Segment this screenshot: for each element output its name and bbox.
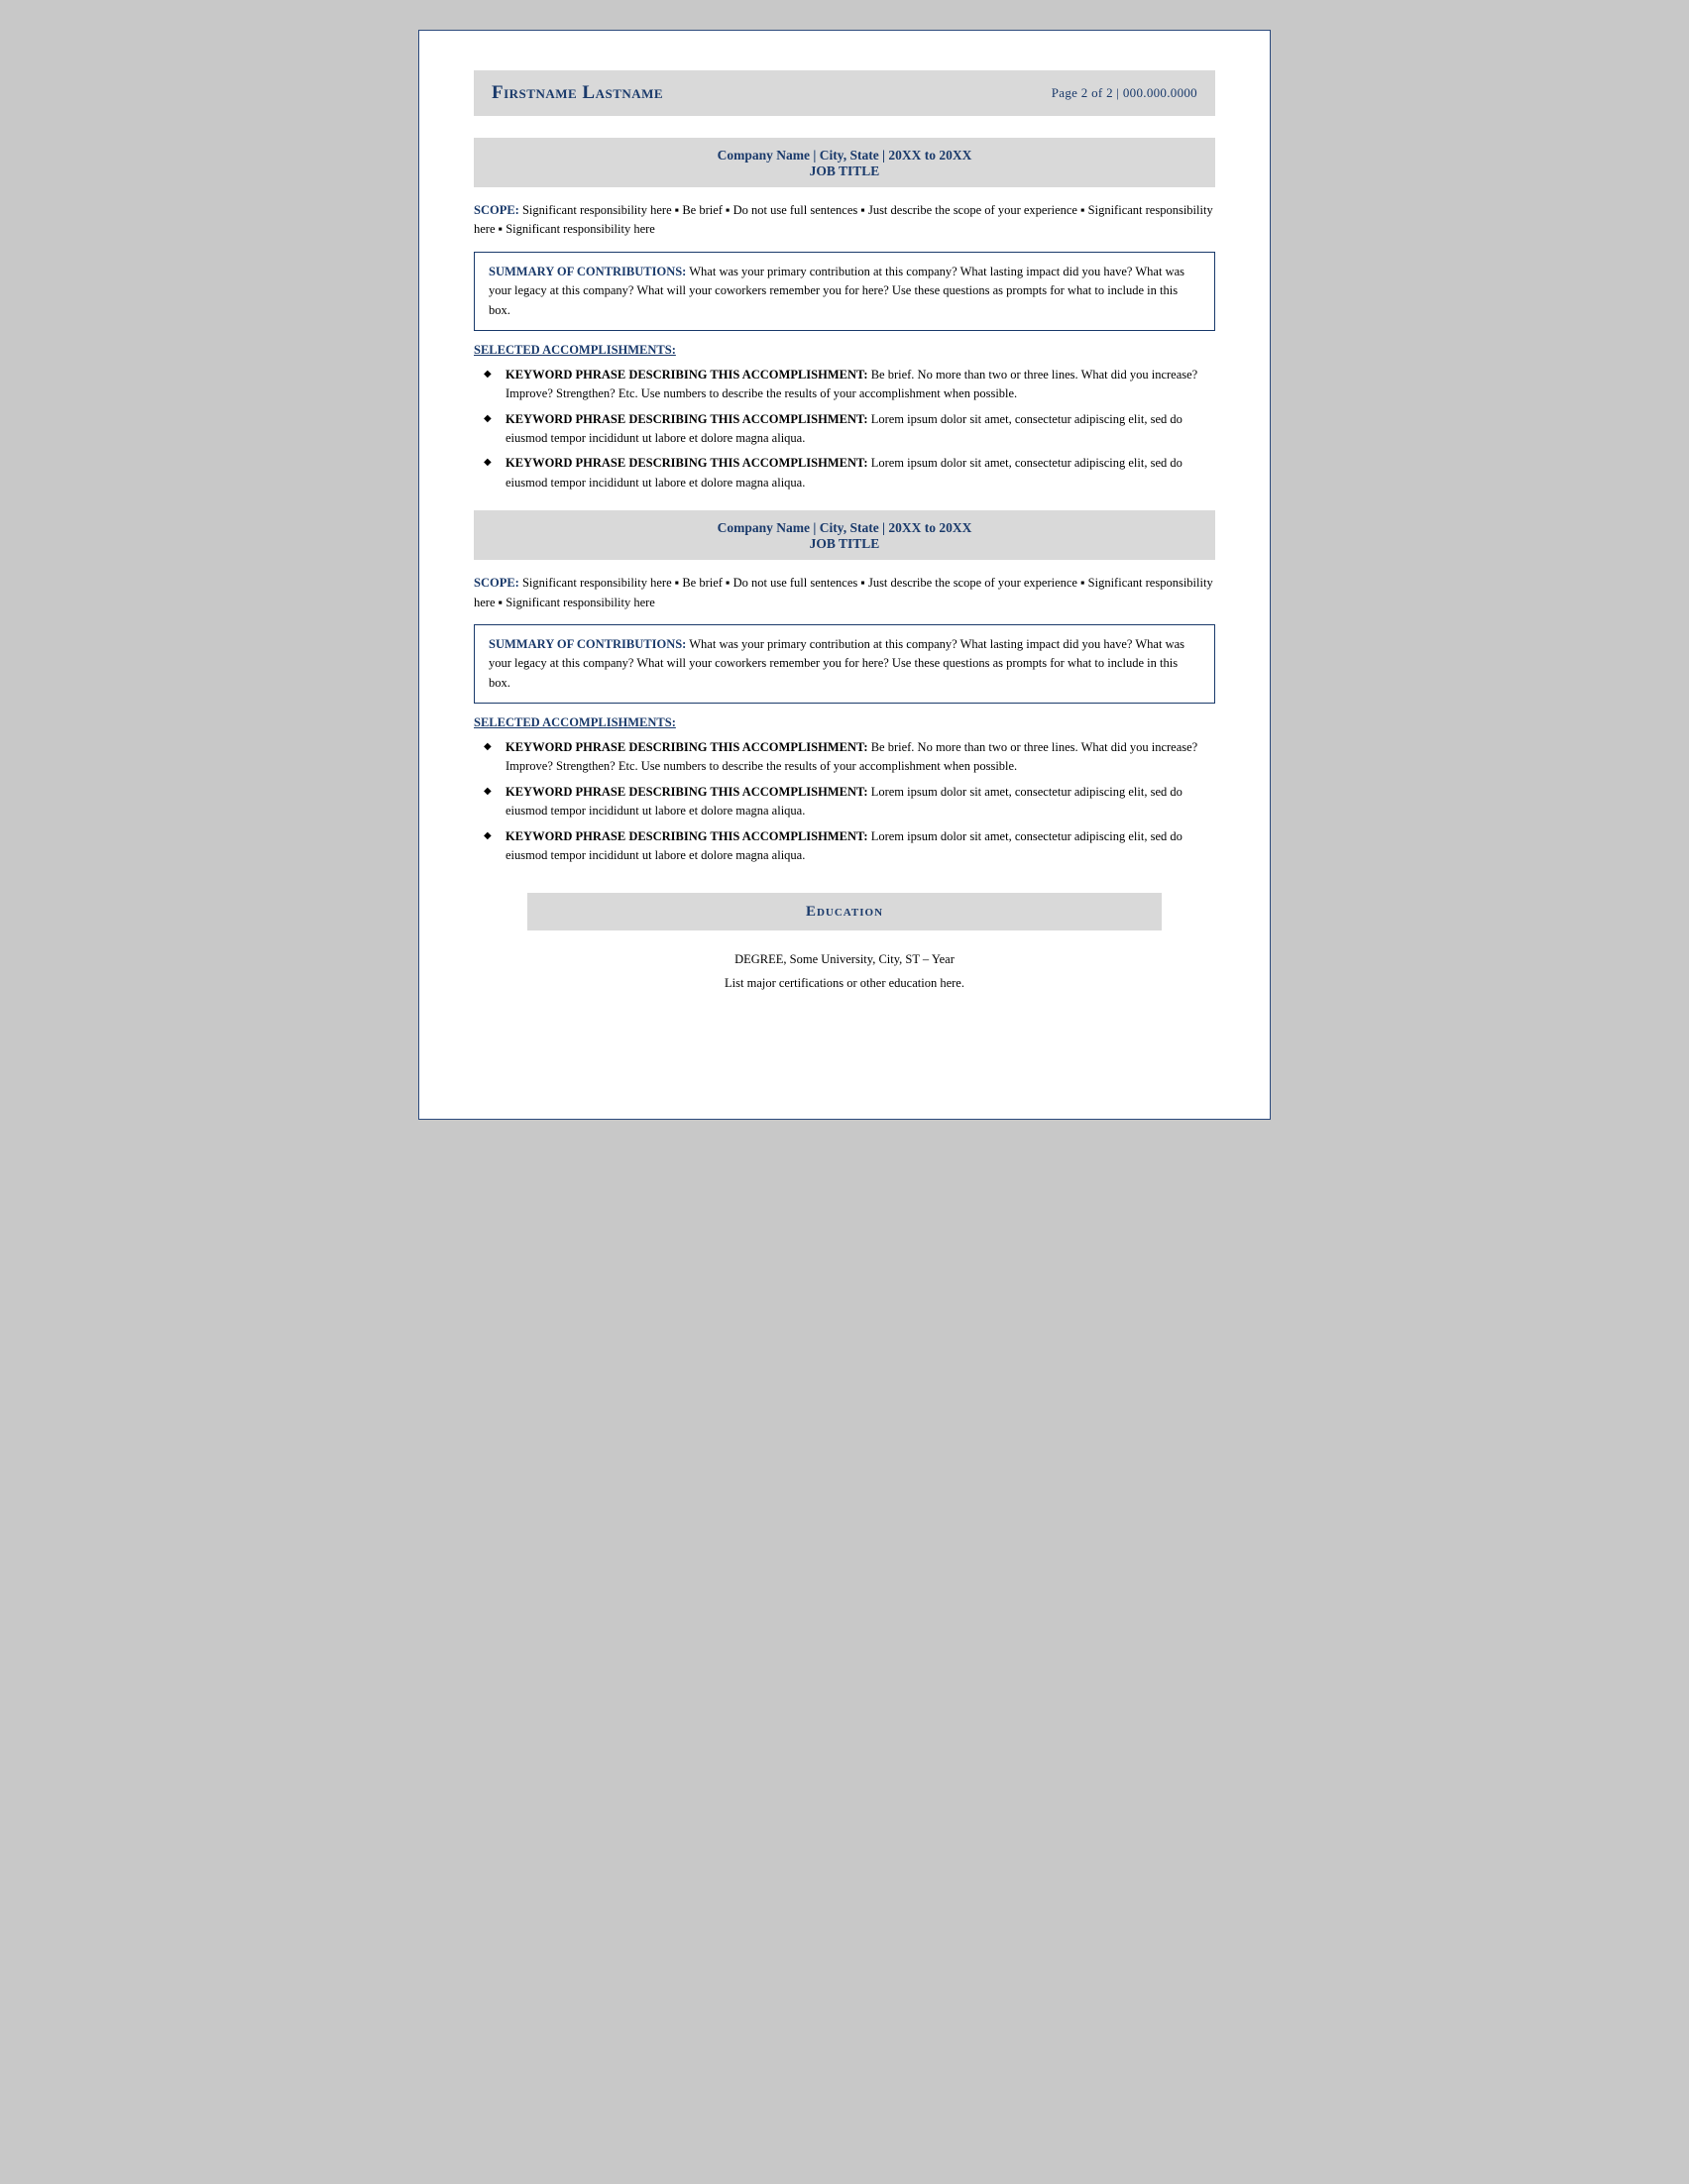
- list-item: KEYWORD PHRASE DESCRIBING THIS ACCOMPLIS…: [484, 738, 1215, 777]
- list-item: KEYWORD PHRASE DESCRIBING THIS ACCOMPLIS…: [484, 454, 1215, 492]
- accomplishment-kw: KEYWORD PHRASE DESCRIBING THIS ACCOMPLIS…: [506, 829, 868, 843]
- summary-box-2: SUMMARY OF CONTRIBUTIONS: What was your …: [474, 624, 1215, 704]
- cert-line: List major certifications or other educa…: [474, 972, 1215, 996]
- job-title-1: JOB TITLE: [492, 164, 1197, 179]
- summary-label-2: SUMMARY OF CONTRIBUTIONS:: [489, 637, 686, 651]
- list-item: KEYWORD PHRASE DESCRIBING THIS ACCOMPLIS…: [484, 783, 1215, 821]
- accomplishments-list-1: KEYWORD PHRASE DESCRIBING THIS ACCOMPLIS…: [474, 366, 1215, 492]
- list-item: KEYWORD PHRASE DESCRIBING THIS ACCOMPLIS…: [484, 410, 1215, 449]
- job-section-2: Company Name | City, State | 20XX to 20X…: [474, 510, 1215, 865]
- accomplishment-kw: KEYWORD PHRASE DESCRIBING THIS ACCOMPLIS…: [506, 740, 868, 754]
- education-header-bar: Education: [527, 893, 1162, 930]
- scope-block-2: SCOPE: Significant responsibility here ▪…: [474, 574, 1215, 612]
- accomplishments-header-1: SELECTED ACCOMPLISHMENTS:: [474, 343, 1215, 358]
- accomplishments-list-2: KEYWORD PHRASE DESCRIBING THIS ACCOMPLIS…: [474, 738, 1215, 865]
- scope-text-1: Significant responsibility here ▪ Be bri…: [474, 203, 1213, 236]
- header-bar: Firstname Lastname Page 2 of 2 | 000.000…: [474, 70, 1215, 116]
- list-item: KEYWORD PHRASE DESCRIBING THIS ACCOMPLIS…: [484, 827, 1215, 866]
- list-item: KEYWORD PHRASE DESCRIBING THIS ACCOMPLIS…: [484, 366, 1215, 404]
- summary-box-1: SUMMARY OF CONTRIBUTIONS: What was your …: [474, 252, 1215, 331]
- job-title-2: JOB TITLE: [492, 536, 1197, 552]
- summary-label-1: SUMMARY OF CONTRIBUTIONS:: [489, 265, 686, 278]
- accomplishments-header-2: SELECTED ACCOMPLISHMENTS:: [474, 715, 1215, 730]
- job-section-1: Company Name | City, State | 20XX to 20X…: [474, 138, 1215, 492]
- scope-label-2: SCOPE:: [474, 576, 519, 590]
- company-line-2: Company Name | City, State | 20XX to 20X…: [492, 520, 1197, 536]
- header-name: Firstname Lastname: [492, 82, 663, 104]
- accomplishment-kw: KEYWORD PHRASE DESCRIBING THIS ACCOMPLIS…: [506, 785, 868, 799]
- degree-line: DEGREE, Some University, City, ST – Year: [474, 948, 1215, 972]
- company-line-1: Company Name | City, State | 20XX to 20X…: [492, 148, 1197, 164]
- header-page-info: Page 2 of 2 | 000.000.0000: [1052, 85, 1197, 101]
- accomplishment-kw: KEYWORD PHRASE DESCRIBING THIS ACCOMPLIS…: [506, 368, 868, 382]
- scope-text-2: Significant responsibility here ▪ Be bri…: [474, 576, 1213, 608]
- education-section: Education DEGREE, Some University, City,…: [474, 893, 1215, 996]
- scope-block-1: SCOPE: Significant responsibility here ▪…: [474, 201, 1215, 240]
- company-block-1: Company Name | City, State | 20XX to 20X…: [474, 138, 1215, 187]
- accomplishment-kw: KEYWORD PHRASE DESCRIBING THIS ACCOMPLIS…: [506, 456, 868, 470]
- education-content: DEGREE, Some University, City, ST – Year…: [474, 948, 1215, 996]
- accomplishment-kw: KEYWORD PHRASE DESCRIBING THIS ACCOMPLIS…: [506, 412, 868, 426]
- company-block-2: Company Name | City, State | 20XX to 20X…: [474, 510, 1215, 560]
- resume-page: Firstname Lastname Page 2 of 2 | 000.000…: [418, 30, 1271, 1120]
- education-title: Education: [806, 904, 883, 920]
- scope-label-1: SCOPE:: [474, 203, 519, 217]
